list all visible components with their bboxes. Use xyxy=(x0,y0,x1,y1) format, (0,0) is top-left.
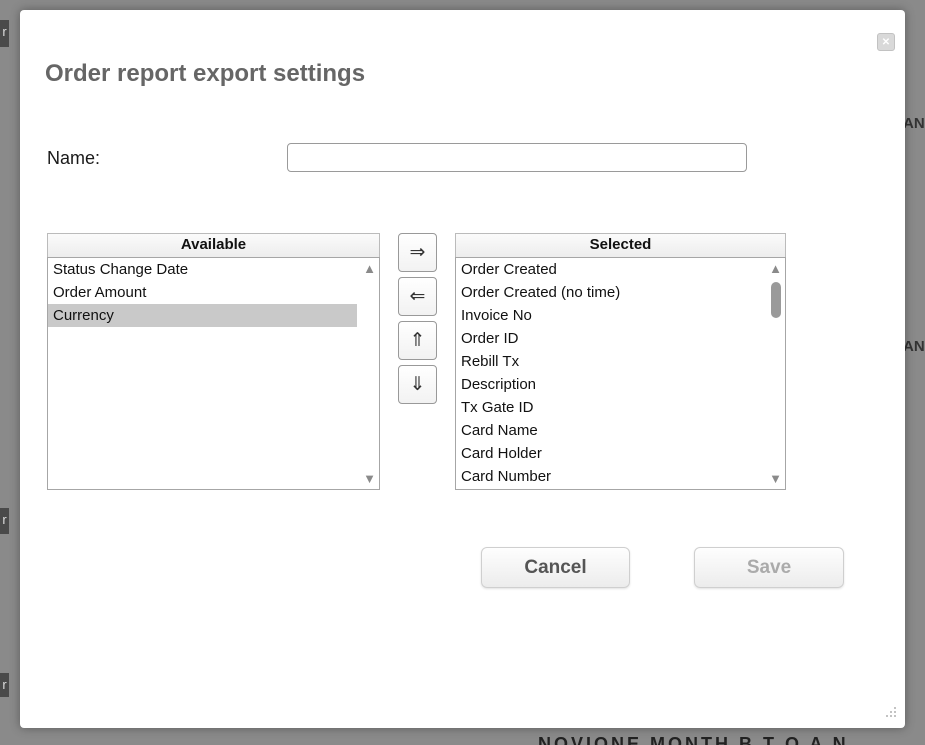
available-listbox: Available ▲ ▼ Status Change DateOrder Am… xyxy=(47,233,380,490)
double-arrow-down-icon: ⇓ xyxy=(410,374,426,395)
available-header: Available xyxy=(47,233,380,257)
move-down-button[interactable]: ⇓ xyxy=(398,365,437,404)
list-item[interactable]: Description xyxy=(456,373,763,396)
double-arrow-left-icon: ⇐ xyxy=(410,286,426,307)
list-item[interactable]: Order Created (no time) xyxy=(456,281,763,304)
double-arrow-up-icon: ⇑ xyxy=(410,330,426,351)
double-arrow-right-icon: ⇒ xyxy=(410,242,426,263)
background-tab-fragment: r xyxy=(0,20,9,47)
list-item[interactable]: Order Amount xyxy=(48,281,357,304)
list-item[interactable]: Tx Gate ID xyxy=(456,396,763,419)
move-left-button[interactable]: ⇐ xyxy=(398,277,437,316)
order-report-export-dialog: ✕ Order report export settings Name: Ava… xyxy=(20,10,905,728)
screen-background: r r r AN AN NOVIONE MONTH B T O A N ✕ Or… xyxy=(0,0,925,745)
dialog-title: Order report export settings xyxy=(45,60,365,88)
background-tab-fragment: r xyxy=(0,508,9,534)
name-label: Name: xyxy=(47,148,100,169)
move-right-button[interactable]: ⇒ xyxy=(398,233,437,272)
list-item[interactable]: Rebill Tx xyxy=(456,350,763,373)
background-text-fragment: NOVIONE MONTH B T O A N xyxy=(538,732,849,745)
scrollbar-thumb[interactable] xyxy=(771,282,781,318)
selected-header: Selected xyxy=(455,233,786,257)
list-item[interactable]: Card Name xyxy=(456,419,763,442)
resize-grip-icon[interactable] xyxy=(884,705,897,718)
background-tab-fragment: r xyxy=(0,673,9,697)
list-item[interactable]: Order Created xyxy=(456,258,763,281)
list-item[interactable]: Invoice No xyxy=(456,304,763,327)
name-input[interactable] xyxy=(287,143,747,172)
selected-listbox: Selected ▲ ▼ Order CreatedOrder Created … xyxy=(455,233,786,490)
list-item[interactable]: Card Holder xyxy=(456,442,763,465)
transfer-button-group: ⇒ ⇐ ⇑ ⇓ xyxy=(398,233,437,404)
move-up-button[interactable]: ⇑ xyxy=(398,321,437,360)
close-icon: ✕ xyxy=(882,37,890,48)
scroll-down-icon[interactable]: ▼ xyxy=(769,472,782,485)
background-text-fragment: AN xyxy=(903,338,925,355)
selected-list[interactable]: ▲ ▼ Order CreatedOrder Created (no time)… xyxy=(455,257,786,490)
available-list[interactable]: ▲ ▼ Status Change DateOrder AmountCurren… xyxy=(47,257,380,490)
scroll-up-icon[interactable]: ▲ xyxy=(363,262,376,275)
list-item[interactable]: Currency xyxy=(48,304,357,327)
list-item[interactable]: Status Change Date xyxy=(48,258,357,281)
cancel-button[interactable]: Cancel xyxy=(481,547,630,588)
background-text-fragment: AN xyxy=(903,115,925,132)
close-button[interactable]: ✕ xyxy=(877,33,895,51)
save-button[interactable]: Save xyxy=(694,547,844,588)
scroll-up-icon[interactable]: ▲ xyxy=(769,262,782,275)
scroll-down-icon[interactable]: ▼ xyxy=(363,472,376,485)
list-item[interactable]: Card Number xyxy=(456,465,763,488)
list-item[interactable]: Order ID xyxy=(456,327,763,350)
